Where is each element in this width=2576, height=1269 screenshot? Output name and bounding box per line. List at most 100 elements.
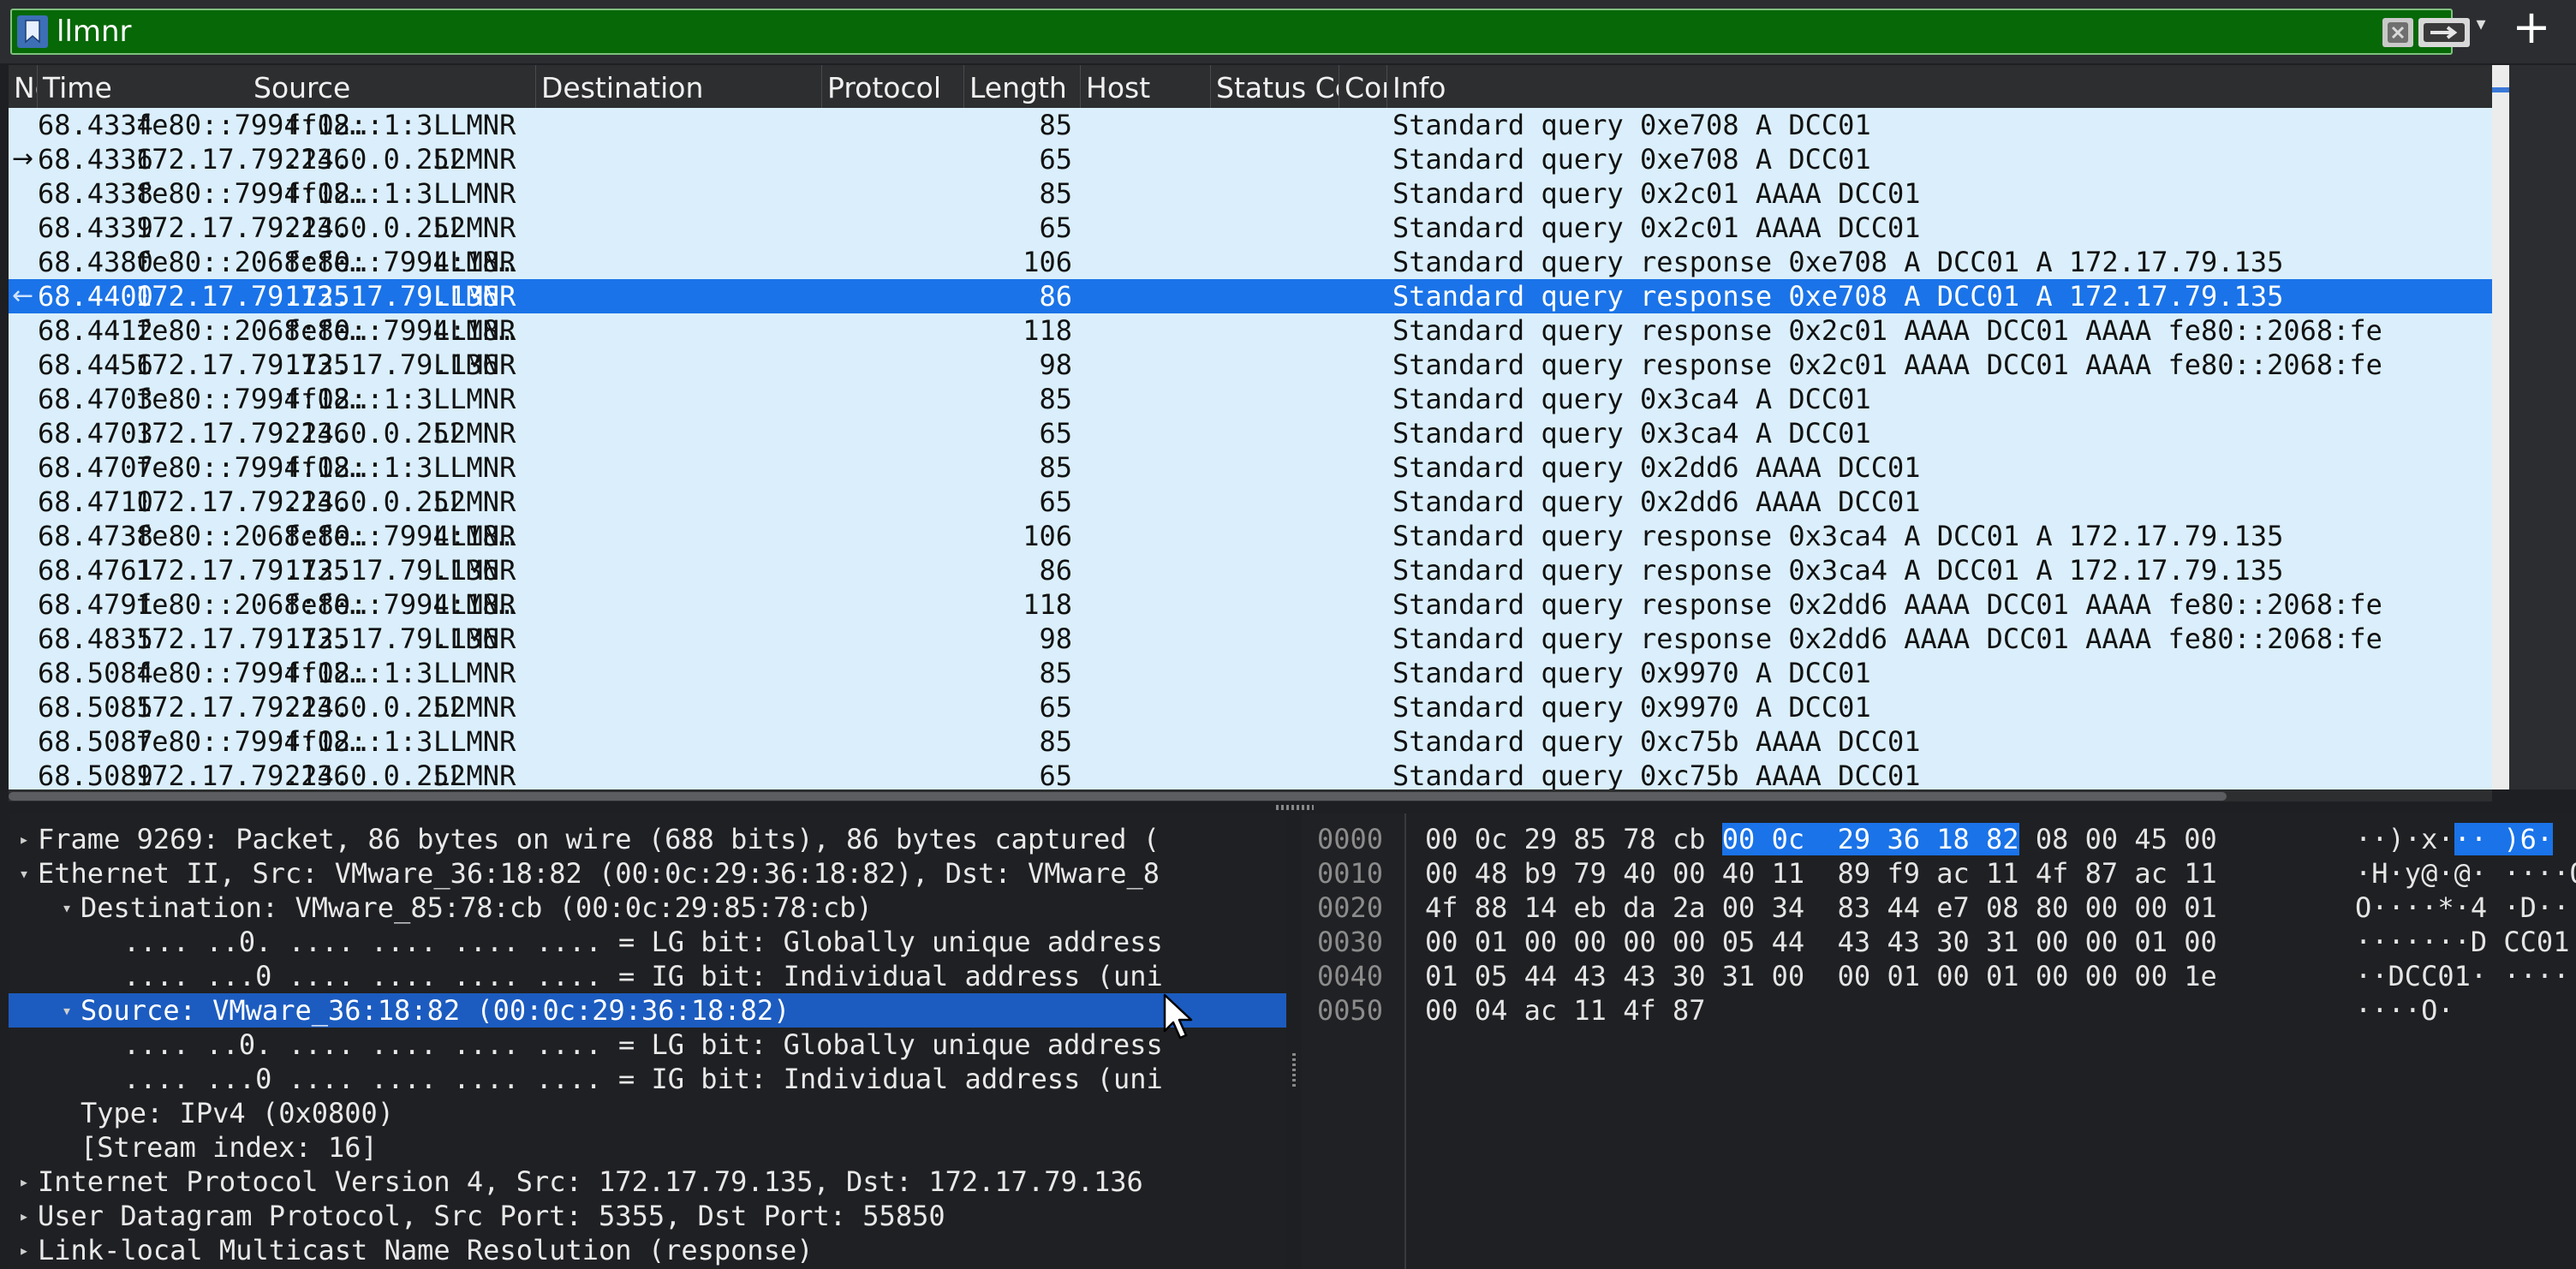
packet-protocol-cell: LLMNR xyxy=(433,109,516,141)
tree-collapsed-icon[interactable]: ▸ xyxy=(14,1165,34,1199)
column-header-info[interactable]: Info xyxy=(1387,65,2492,108)
column-header-time[interactable]: Time xyxy=(38,65,132,108)
hex-row[interactable]: 0020 4f 88 14 eb da 2a 00 34 83 44 e7 08 … xyxy=(1302,891,2576,925)
packet-info-cell: Standard query 0x3ca4 A DCC01 xyxy=(1392,417,1871,450)
detail-tree-item[interactable]: ▸ Frame 9269: Packet, 86 bytes on wire (6… xyxy=(9,822,1286,856)
packet-length-cell: 85 xyxy=(1039,657,1072,689)
filter-bookmark-button[interactable] xyxy=(17,15,48,48)
hex-bytes: 4f 88 14 eb da 2a 00 34 83 44 e7 08 80 0… xyxy=(1425,891,2217,925)
packet-row[interactable]: 68.471005172.17.79.136224.0.0.252LLMNR65… xyxy=(9,485,2492,519)
clear-filter-button[interactable] xyxy=(2382,18,2413,47)
detail-tree-item[interactable]: ▾ Ethernet II, Src: VMware_36:18:82 (00:0… xyxy=(9,856,1286,891)
packet-protocol-cell: LLMNR xyxy=(433,486,516,518)
chevron-down-icon: ▾ xyxy=(2476,14,2486,35)
filter-history-dropdown[interactable]: ▾ xyxy=(2468,10,2494,39)
detail-tree-item[interactable]: ▸ Link-local Multicast Name Resolution (r… xyxy=(9,1233,1286,1267)
packet-row[interactable]: 68.508794fe80::7994:18…ff02::1:3LLMNR85S… xyxy=(9,724,2492,759)
splitter-grip[interactable] xyxy=(1292,1053,1296,1087)
packet-row[interactable]: 68.508953172.17.79.136224.0.0.252LLMNR65… xyxy=(9,759,2492,789)
column-header-status-code[interactable]: Status Cc xyxy=(1211,65,1339,108)
packet-row[interactable]: 68.470336172.17.79.136224.0.0.252LLMNR65… xyxy=(9,416,2492,450)
column-header-source[interactable]: Source xyxy=(248,65,536,108)
packet-info-cell: Standard query response 0x3ca4 A DCC01 A… xyxy=(1392,520,2284,552)
detail-tree-label: .... ..0. .... .... .... .... = LG bit: … xyxy=(123,926,1163,958)
packet-protocol-cell: LLMNR xyxy=(433,691,516,724)
detail-tree-label: Frame 9269: Packet, 86 bytes on wire (68… xyxy=(38,823,1160,855)
packet-row[interactable]: 68.470335fe80::7994:18…ff02::1:3LLMNR85S… xyxy=(9,382,2492,416)
tree-collapsed-icon[interactable]: ▸ xyxy=(14,1233,34,1267)
hex-ascii-segment: ··DCC01· ········ xyxy=(2355,960,2576,992)
packet-info-cell: Standard query 0x2dd6 AAAA DCC01 xyxy=(1392,486,1921,518)
packet-length-cell: 65 xyxy=(1039,486,1072,518)
packet-row[interactable]: 68.479127fe80::2068:fe…fe80::7994:18…LLM… xyxy=(9,587,2492,622)
packet-protocol-cell: LLMNR xyxy=(433,314,516,347)
packet-length-cell: 86 xyxy=(1039,280,1072,313)
packet-bytes-pane[interactable]: 0000 00 0c 29 85 78 cb 00 0c 29 36 18 82 … xyxy=(1302,813,2576,1269)
hex-ascii: O····*·4 ·D······ xyxy=(2355,891,2576,925)
column-header-no[interactable]: No xyxy=(9,65,38,108)
packet-row[interactable]: ←68.440010172.17.79.135172.17.79.136LLMN… xyxy=(9,279,2492,313)
packet-row[interactable]: 68.433867fe80::7994:18…ff02::1:3LLMNR85S… xyxy=(9,176,2492,211)
detail-tree-label: User Datagram Protocol, Src Port: 5355, … xyxy=(38,1200,945,1232)
detail-tree-item[interactable]: [Stream index: 16] xyxy=(9,1130,1286,1165)
detail-tree-item[interactable]: .... ..0. .... .... .... .... = LG bit: … xyxy=(9,925,1286,959)
detail-tree-item[interactable]: .... ...0 .... .... .... .... = IG bit: … xyxy=(9,959,1286,993)
packet-row[interactable]: 68.438072fe80::2068:fe…fe80::7994:18…LLM… xyxy=(9,245,2492,279)
detail-tree-item[interactable]: ▾ Destination: VMware_85:78:cb (00:0c:29:… xyxy=(9,891,1286,925)
detail-tree-item[interactable]: .... ...0 .... .... .... .... = IG bit: … xyxy=(9,1062,1286,1096)
detail-tree-label: .... ...0 .... .... .... .... = IG bit: … xyxy=(123,1063,1163,1095)
hex-offset: 0040 xyxy=(1317,960,1384,992)
packet-row[interactable]: →68.433621172.17.79.136224.0.0.252LLMNR6… xyxy=(9,142,2492,176)
column-header-destination[interactable]: Destination xyxy=(536,65,822,108)
column-header-protocol[interactable]: Protocol xyxy=(822,65,964,108)
packet-row[interactable]: 68.508589172.17.79.136224.0.0.252LLMNR65… xyxy=(9,690,2492,724)
tree-expanded-icon[interactable]: ▾ xyxy=(14,856,34,891)
packet-list-vertical-scrollbar[interactable] xyxy=(2492,65,2509,789)
packet-details-pane[interactable]: ▸ Frame 9269: Packet, 86 bytes on wire (6… xyxy=(9,813,1286,1269)
packet-row[interactable]: 68.470774fe80::7994:18…ff02::1:3LLMNR85S… xyxy=(9,450,2492,485)
tree-collapsed-icon[interactable]: ▸ xyxy=(14,1199,34,1233)
column-header-host[interactable]: Host xyxy=(1081,65,1211,108)
packet-row[interactable]: 68.508436fe80::7994:18…ff02::1:3LLMNR85S… xyxy=(9,656,2492,690)
hex-row[interactable]: 0030 00 01 00 00 00 00 05 44 43 43 30 31 … xyxy=(1302,925,2576,959)
column-header-length[interactable]: Length xyxy=(964,65,1081,108)
tree-collapsed-icon[interactable]: ▸ xyxy=(14,822,34,856)
packet-length-cell: 65 xyxy=(1039,760,1072,789)
packet-length-cell: 118 xyxy=(1023,314,1072,347)
display-filter-input[interactable] xyxy=(57,14,2369,50)
hex-bytes: 00 01 00 00 00 00 05 44 43 43 30 31 00 0… xyxy=(1425,925,2217,959)
tree-expanded-icon[interactable]: ▾ xyxy=(57,993,77,1028)
detail-tree-item[interactable]: Type: IPv4 (0x0800) xyxy=(9,1096,1286,1130)
detail-tree-item[interactable]: .... ..0. .... .... .... .... = LG bit: … xyxy=(9,1028,1286,1062)
pane-splitter[interactable] xyxy=(0,801,2576,813)
hex-row[interactable]: 0010 00 48 b9 79 40 00 40 11 89 f9 ac 11 … xyxy=(1302,856,2576,891)
splitter-grip[interactable] xyxy=(1276,805,1314,810)
detail-tree-item[interactable]: ▸ User Datagram Protocol, Src Port: 5355,… xyxy=(9,1199,1286,1233)
packet-list[interactable]: No Time Source Destination Protocol Leng… xyxy=(9,65,2492,789)
detail-tree-item[interactable]: ▸ Internet Protocol Version 4, Src: 172.1… xyxy=(9,1165,1286,1199)
hex-ascii-segment: ·······D CC01···· xyxy=(2355,926,2576,958)
packet-protocol-cell: LLMNR xyxy=(433,554,516,587)
hex-ascii: ··)·x··· )6· xyxy=(2355,822,2554,856)
packet-row[interactable]: 68.441285fe80::2068:fe…fe80::7994:18…LLM… xyxy=(9,313,2492,348)
packet-list-horizontal-scrollbar[interactable] xyxy=(9,789,2492,801)
tree-expanded-icon[interactable]: ▾ xyxy=(57,891,77,925)
packet-row[interactable]: 68.476112172.17.79.135172.17.79.136LLMNR… xyxy=(9,553,2492,587)
add-filter-button[interactable]: + xyxy=(2506,2,2557,53)
detail-tree-item[interactable]: ▾ Source: VMware_36:18:82 (00:0c:29:36:18… xyxy=(9,993,1286,1028)
column-header-content[interactable]: Cor xyxy=(1339,65,1387,108)
packet-row[interactable]: 68.433932172.17.79.136224.0.0.252LLMNR65… xyxy=(9,211,2492,245)
packet-length-cell: 85 xyxy=(1039,177,1072,210)
hex-row[interactable]: 0050 00 04 ac 11 4f 87 ····O· xyxy=(1302,993,2576,1028)
packet-row[interactable]: 68.433468fe80::7994:18…ff02::1:3LLMNR85S… xyxy=(9,108,2492,142)
packet-row[interactable]: 68.473837fe80::2068:fe…fe80::7994:18…LLM… xyxy=(9,519,2492,553)
packet-row[interactable]: 68.483555172.17.79.135172.17.79.136LLMNR… xyxy=(9,622,2492,656)
apply-filter-button[interactable] xyxy=(2418,18,2470,47)
packet-list-horizontal-thumb[interactable] xyxy=(9,792,2227,801)
packet-row[interactable]: 68.445664172.17.79.135172.17.79.136LLMNR… xyxy=(9,348,2492,382)
packet-list-scroll-thumb[interactable] xyxy=(2492,87,2509,92)
details-bytes-splitter[interactable] xyxy=(1286,813,1302,1269)
hex-row[interactable]: 0000 00 0c 29 85 78 cb 00 0c 29 36 18 82 … xyxy=(1302,822,2576,856)
hex-row[interactable]: 0040 01 05 44 43 43 30 31 00 00 01 00 01 … xyxy=(1302,959,2576,993)
packet-protocol-cell: LLMNR xyxy=(433,588,516,621)
